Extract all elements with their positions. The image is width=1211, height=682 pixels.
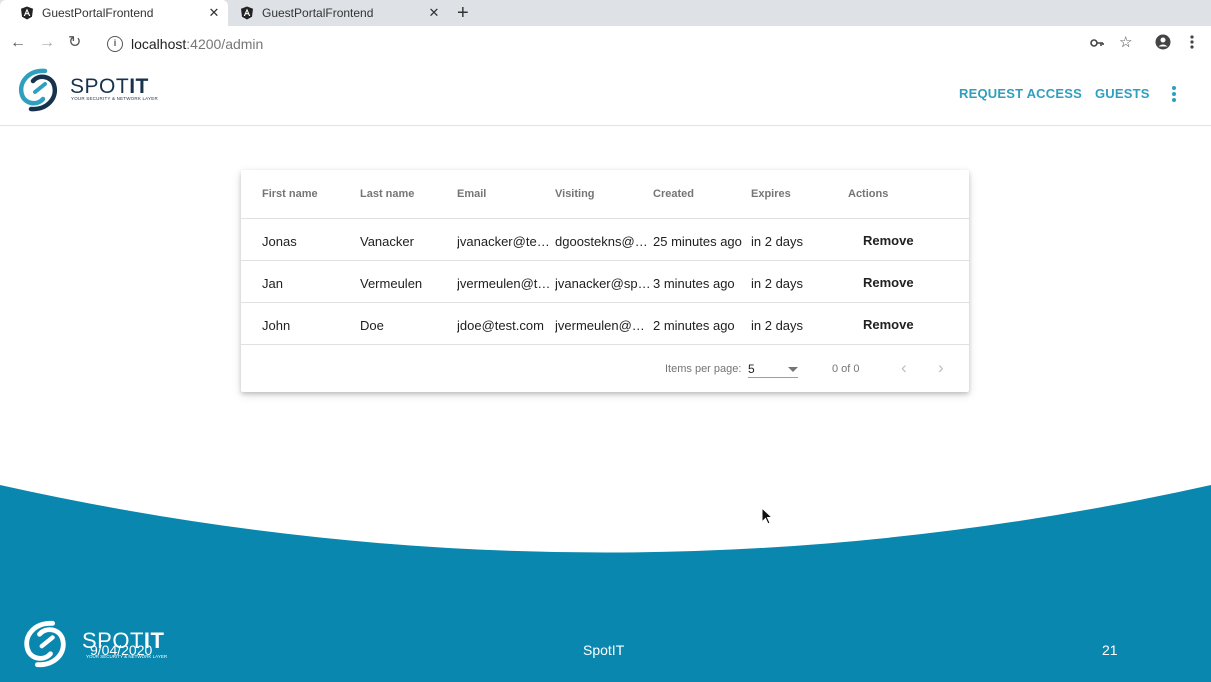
footer-page-number: 21 — [1102, 642, 1118, 658]
app-header: SPOTIT YOUR SECURITY & NETWORK LAYER REQ… — [0, 61, 1211, 126]
angular-icon — [21, 6, 33, 20]
previous-page-icon[interactable]: ‹ — [901, 358, 907, 378]
nav-guests[interactable]: GUESTS — [1095, 86, 1150, 101]
guests-table-card: First name Last name Email Visiting Crea… — [241, 170, 969, 392]
address-bar[interactable]: i localhost:4200/admin — [97, 30, 1112, 57]
page-size-value: 5 — [748, 362, 755, 376]
back-icon[interactable]: ← — [10, 34, 26, 52]
bookmark-star-icon[interactable]: ☆ — [1119, 33, 1132, 51]
browser-tab-bar: GuestPortalFrontend ✕ GuestPortalFronten… — [0, 0, 1211, 26]
cell-created: 25 minutes ago — [653, 234, 742, 249]
cell-created: 3 minutes ago — [653, 276, 735, 291]
table-row: Jonas Vanacker jvanacker@test.com dgoost… — [241, 219, 969, 261]
cell-last-name: Vanacker — [360, 234, 414, 249]
account-icon[interactable] — [1155, 34, 1171, 53]
header-last-name[interactable]: Last name — [360, 188, 414, 200]
header-email[interactable]: Email — [457, 188, 486, 200]
next-page-icon[interactable]: › — [938, 358, 944, 378]
cell-first-name: Jan — [262, 276, 283, 291]
cell-expires: in 2 days — [751, 318, 804, 333]
header-actions: Actions — [848, 188, 889, 200]
angular-icon — [241, 6, 253, 20]
remove-button[interactable]: Remove — [863, 317, 914, 332]
dropdown-arrow-icon — [788, 367, 798, 372]
header-expires[interactable]: Expires — [751, 188, 791, 200]
cell-expires: in 2 days — [751, 234, 804, 249]
cell-email: jvanacker@test.com — [457, 234, 553, 249]
header-visiting[interactable]: Visiting — [555, 188, 595, 200]
key-icon[interactable] — [1090, 35, 1104, 51]
browser-toolbar: ← → ↻ i localhost:4200/admin ☆ — [0, 26, 1211, 62]
forward-icon[interactable]: → — [39, 34, 55, 52]
logo-tagline: YOUR SECURITY & NETWORK LAYER — [71, 96, 158, 101]
new-tab-button[interactable]: + — [457, 2, 469, 24]
browser-tab-1[interactable]: GuestPortalFrontend ✕ — [0, 0, 228, 26]
paginator: Items per page: 5 0 of 0 ‹ › — [241, 344, 969, 392]
page-size-select[interactable]: 5 — [748, 360, 798, 378]
table-header-row: First name Last name Email Visiting Crea… — [241, 170, 969, 219]
footer-date: 9/04/2020 — [90, 642, 153, 658]
spotit-logo-icon[interactable] — [15, 68, 61, 112]
close-tab-icon[interactable]: ✕ — [206, 5, 222, 21]
nav-request-access[interactable]: REQUEST ACCESS — [959, 86, 1082, 101]
footer-company-name: SpotIT — [583, 642, 625, 658]
tab-title: GuestPortalFrontend — [262, 6, 374, 20]
header-first-name[interactable]: First name — [262, 188, 318, 200]
table-row: Jan Vermeulen jvermeulen@test.com jvanac… — [241, 261, 969, 303]
browser-menu-icon[interactable] — [1190, 35, 1194, 52]
browser-tab-2[interactable]: GuestPortalFrontend ✕ — [228, 0, 448, 26]
table-row: John Doe jdoe@test.com jvermeulen@spotit… — [241, 303, 969, 345]
page-range-label: 0 of 0 — [832, 363, 860, 375]
more-menu-icon[interactable] — [1172, 86, 1178, 104]
footer-logo-icon — [24, 620, 66, 668]
reload-icon[interactable]: ↻ — [68, 34, 81, 52]
items-per-page-label: Items per page: — [665, 363, 742, 375]
tab-title: GuestPortalFrontend — [42, 6, 154, 20]
close-tab-icon[interactable]: ✕ — [426, 5, 442, 21]
cell-first-name: Jonas — [262, 234, 297, 249]
cell-created: 2 minutes ago — [653, 318, 735, 333]
cell-first-name: John — [262, 318, 291, 333]
cell-visiting: jvanacker@spotit.be — [555, 276, 651, 291]
cell-last-name: Doe — [360, 318, 384, 333]
cell-visiting: jvermeulen@spotit.be — [555, 318, 651, 333]
header-created[interactable]: Created — [653, 188, 694, 200]
url-text: localhost:4200/admin — [131, 35, 264, 52]
cell-expires: in 2 days — [751, 276, 804, 291]
mouse-cursor-icon — [761, 507, 773, 525]
cell-last-name: Vermeulen — [360, 276, 423, 291]
info-icon[interactable]: i — [107, 35, 123, 52]
cell-email: jdoe@test.com — [457, 318, 544, 333]
remove-button[interactable]: Remove — [863, 233, 914, 248]
remove-button[interactable]: Remove — [863, 275, 914, 290]
cell-visiting: dgoostekns@spotit.be — [555, 234, 651, 249]
cell-email: jvermeulen@test.com — [457, 276, 553, 291]
